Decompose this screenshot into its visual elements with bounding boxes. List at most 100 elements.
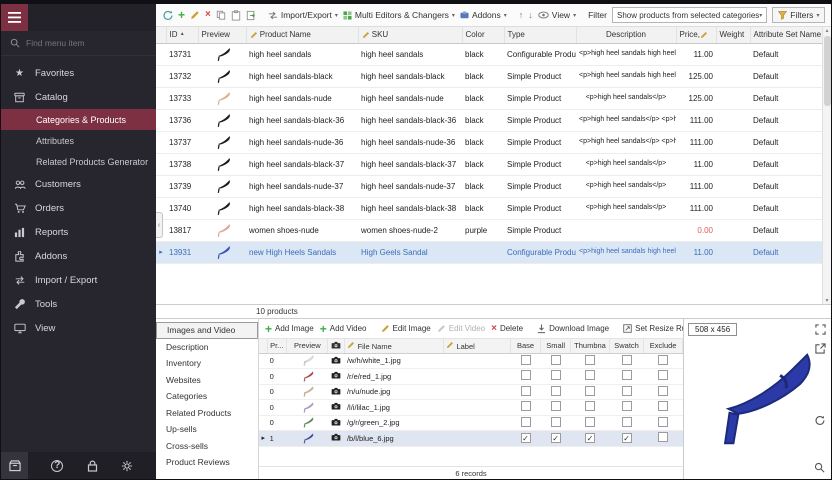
col-header-product-name[interactable]: Product Name bbox=[246, 27, 358, 43]
cell-sku[interactable]: high heel sandals bbox=[358, 43, 462, 65]
sidebar-item-tools[interactable]: Tools bbox=[1, 292, 156, 316]
help-button[interactable]: ? bbox=[51, 460, 63, 472]
sidebar-item-catalog[interactable]: Catalog bbox=[1, 85, 156, 109]
mcol-header-thumbnail[interactable]: Thumbna bbox=[571, 339, 610, 353]
col-header-sku[interactable]: SKU bbox=[358, 27, 462, 43]
base-checkbox[interactable] bbox=[521, 355, 531, 365]
tab-websites[interactable]: Websites bbox=[156, 372, 258, 389]
swatch-checkbox[interactable] bbox=[622, 355, 632, 365]
thumbnail-checkbox[interactable] bbox=[585, 417, 595, 427]
add-video-button[interactable]: +Add Video bbox=[320, 323, 367, 335]
refresh-button[interactable] bbox=[162, 10, 173, 21]
search-input[interactable] bbox=[26, 38, 136, 48]
sidebar-item-view[interactable]: View bbox=[1, 316, 156, 340]
exclude-checkbox[interactable] bbox=[658, 386, 668, 396]
sidebar-item-addons[interactable]: Addons bbox=[1, 244, 156, 268]
multi-editors-menu-button[interactable]: Multi Editors & Changers ▾ bbox=[343, 10, 455, 20]
sidebar-collapse-handle[interactable]: ‹ bbox=[156, 212, 163, 238]
row-expander[interactable] bbox=[156, 43, 166, 65]
base-checkbox[interactable] bbox=[521, 386, 531, 396]
cell-sku[interactable]: high heel sandals-black bbox=[358, 65, 462, 87]
cell-product-name[interactable]: high heel sandals-nude-36 bbox=[246, 131, 358, 153]
delete-image-button[interactable]: ×Delete bbox=[491, 324, 523, 334]
exclude-checkbox[interactable] bbox=[658, 370, 668, 380]
filter-mode-select[interactable]: Show products from selected categories ▾ bbox=[612, 7, 767, 23]
mcell-label[interactable] bbox=[444, 415, 511, 431]
tab-categories[interactable]: Categories bbox=[156, 388, 258, 405]
sidebar-item-orders[interactable]: Orders bbox=[1, 196, 156, 220]
scrollbar-thumb[interactable] bbox=[824, 36, 831, 106]
tab-inventory[interactable]: Inventory bbox=[156, 355, 258, 372]
sidebar-item-customers[interactable]: Customers bbox=[1, 172, 156, 196]
mcol-header-position[interactable]: Pr... bbox=[268, 339, 287, 353]
addons-menu-button[interactable]: Addons ▾ bbox=[460, 10, 507, 20]
product-row[interactable]: 13737 high heel sandals-nude-36 high hee… bbox=[156, 131, 824, 153]
zoom-button[interactable] bbox=[814, 462, 825, 473]
sidebar-item-related-products-generator[interactable]: Related Products Generator bbox=[1, 151, 156, 172]
mcol-header-small[interactable]: Small bbox=[541, 339, 571, 353]
mcol-header-exclude[interactable]: Exclude bbox=[644, 339, 683, 353]
add-image-button[interactable]: +Add Image bbox=[265, 323, 314, 335]
mcell-file-name[interactable]: /l/i/lilac_1.jpg bbox=[345, 400, 444, 416]
mcell-file-name[interactable]: /n/u/nude.jpg bbox=[345, 384, 444, 400]
edit-product-button[interactable] bbox=[190, 10, 200, 20]
cell-sku[interactable]: high heel sandals-nude-37 bbox=[358, 175, 462, 197]
product-row[interactable]: 13736 high heel sandals-black-36 high he… bbox=[156, 109, 824, 131]
cell-price[interactable]: 0.00 bbox=[676, 219, 716, 241]
base-checkbox[interactable] bbox=[521, 401, 531, 411]
row-expander[interactable] bbox=[156, 109, 166, 131]
cell-sku[interactable]: high heel sandals-nude bbox=[358, 87, 462, 109]
exclude-checkbox[interactable] bbox=[658, 401, 668, 411]
media-row[interactable]: ▸ 1 /b/l/blue_6.jpg bbox=[259, 431, 683, 447]
settings-button[interactable] bbox=[121, 460, 133, 472]
col-header-type[interactable]: Type bbox=[504, 27, 576, 43]
small-checkbox[interactable] bbox=[551, 433, 561, 443]
filters-button[interactable]: Filters ▾ bbox=[772, 7, 825, 23]
col-header-price[interactable]: Price, bbox=[676, 27, 716, 43]
small-checkbox[interactable] bbox=[551, 355, 561, 365]
exclude-checkbox[interactable] bbox=[658, 355, 668, 365]
col-header-id[interactable]: ID ▲ bbox=[166, 27, 198, 43]
exclude-checkbox[interactable] bbox=[658, 432, 668, 442]
sidebar-item-favorites[interactable]: ★ Favorites bbox=[1, 61, 156, 85]
mcol-header-preview[interactable]: Preview bbox=[287, 339, 328, 353]
mcol-header-base[interactable]: Base bbox=[510, 339, 540, 353]
media-row[interactable]: 0 /r/e/red_1.jpg bbox=[259, 369, 683, 385]
small-checkbox[interactable] bbox=[551, 386, 561, 396]
cell-product-name[interactable]: high heel sandals-black-36 bbox=[246, 109, 358, 131]
cell-price[interactable]: 125.00 bbox=[676, 65, 716, 87]
mcell-position[interactable]: 1 bbox=[268, 431, 287, 447]
swatch-checkbox[interactable] bbox=[622, 401, 632, 411]
row-expander[interactable]: ▸ bbox=[156, 241, 166, 263]
media-row[interactable]: 0 /n/u/nude.jpg bbox=[259, 384, 683, 400]
cell-price[interactable]: 111.00 bbox=[676, 197, 716, 219]
cell-product-name[interactable]: high heel sandals-nude bbox=[246, 87, 358, 109]
swatch-checkbox[interactable] bbox=[622, 370, 632, 380]
product-row[interactable]: 13738 high heel sandals-black-37 high he… bbox=[156, 153, 824, 175]
delete-product-button[interactable]: × bbox=[205, 10, 211, 20]
mcol-header-file-name[interactable]: File Name bbox=[345, 339, 444, 353]
export-page-button[interactable] bbox=[246, 10, 256, 21]
row-expander[interactable] bbox=[156, 175, 166, 197]
media-row[interactable]: 0 /l/i/lilac_1.jpg bbox=[259, 400, 683, 416]
thumbnail-checkbox[interactable] bbox=[585, 386, 595, 396]
thumbnail-checkbox[interactable] bbox=[585, 370, 595, 380]
col-header-color[interactable]: Color bbox=[462, 27, 504, 43]
base-checkbox[interactable] bbox=[521, 433, 531, 443]
cell-sku[interactable]: high heel sandals-nude-36 bbox=[358, 131, 462, 153]
mcol-header-label[interactable]: Label bbox=[444, 339, 511, 353]
thumbnail-checkbox[interactable] bbox=[585, 401, 595, 411]
row-expander[interactable] bbox=[156, 87, 166, 109]
thumbnail-checkbox[interactable] bbox=[585, 433, 595, 443]
base-checkbox[interactable] bbox=[521, 370, 531, 380]
cell-product-name[interactable]: high heel sandals bbox=[246, 43, 358, 65]
row-expander[interactable] bbox=[156, 131, 166, 153]
cell-sku[interactable]: women shoes-nude-2 bbox=[358, 219, 462, 241]
sidebar-item-reports[interactable]: Reports bbox=[1, 220, 156, 244]
product-row[interactable]: 13740 high heel sandals-black-38 high he… bbox=[156, 197, 824, 219]
cell-sku[interactable]: high heel sandals-black-37 bbox=[358, 153, 462, 175]
mcol-header-swatch[interactable]: Swatch bbox=[609, 339, 643, 353]
swatch-checkbox[interactable] bbox=[622, 433, 632, 443]
mcell-position[interactable]: 0 bbox=[268, 400, 287, 416]
fullscreen-button[interactable] bbox=[815, 324, 826, 335]
